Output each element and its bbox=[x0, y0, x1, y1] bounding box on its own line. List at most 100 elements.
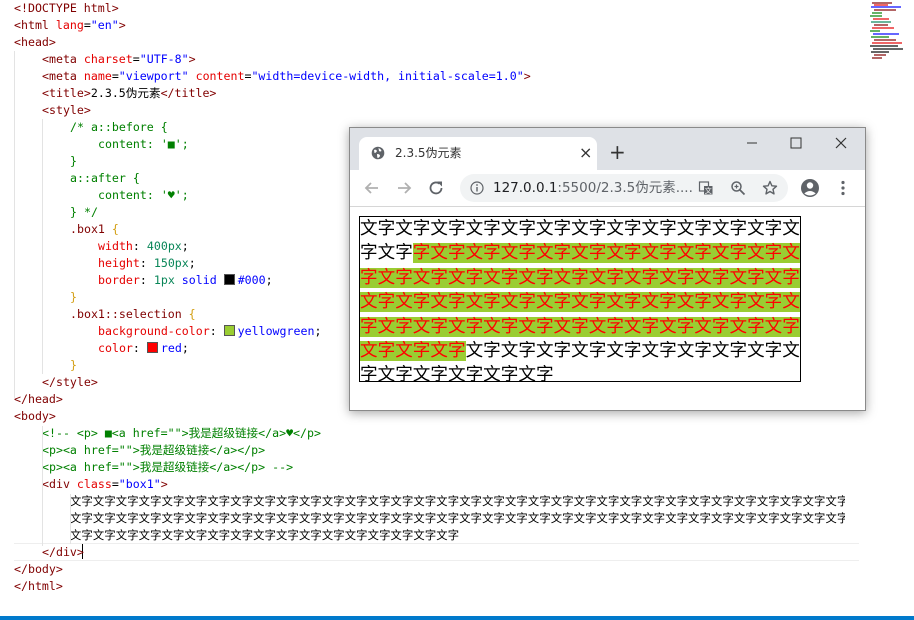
more-menu-icon[interactable] bbox=[833, 178, 853, 198]
code-token: background-color bbox=[98, 324, 210, 338]
code-token: : bbox=[132, 239, 147, 253]
code-line: <p><a href="">我是超级链接</a></p> --> bbox=[42, 459, 293, 476]
url-host: 127.0.0.1 bbox=[493, 180, 558, 196]
minimize-icon[interactable] bbox=[732, 132, 772, 154]
minimap-line bbox=[871, 6, 901, 8]
new-tab-button[interactable]: + bbox=[609, 141, 626, 163]
close-icon[interactable] bbox=[821, 132, 861, 154]
maximize-icon[interactable] bbox=[776, 132, 816, 154]
code-line: border: 1px solid #000; bbox=[98, 272, 273, 289]
zoom-icon[interactable] bbox=[730, 180, 746, 196]
minimap[interactable] bbox=[866, 0, 914, 70]
code-line: <meta charset="UTF-8"> bbox=[42, 51, 196, 68]
code-token: : bbox=[209, 324, 224, 338]
code-token: : bbox=[139, 273, 154, 287]
code-token: <!DOCTYPE html> bbox=[14, 1, 119, 15]
code-token: <html bbox=[14, 18, 56, 32]
code-token: #000 bbox=[237, 273, 266, 287]
code-token: solid bbox=[181, 273, 217, 287]
code-token: <body> bbox=[14, 409, 56, 423]
account-icon[interactable] bbox=[800, 178, 820, 198]
code-token: name bbox=[83, 69, 112, 83]
box1-content[interactable]: 文字文字文字文字文字文字文字文字文字文字文字文字文字文字字文字文字文字文字文字文… bbox=[359, 216, 801, 385]
minimap-line bbox=[870, 15, 882, 17]
code-line: <!DOCTYPE html> bbox=[14, 0, 119, 17]
tab-close-icon[interactable]: × bbox=[579, 144, 592, 162]
globe-icon bbox=[371, 146, 385, 160]
code-token: 2.3.5伪元素 bbox=[90, 86, 161, 100]
code-line: </html> bbox=[14, 578, 63, 595]
code-token: = bbox=[111, 477, 119, 491]
code-token: </head> bbox=[14, 392, 63, 406]
code-token: ; bbox=[265, 273, 273, 287]
code-token: <p><a href="">我是超级链接</a></p> bbox=[42, 443, 266, 457]
code-token: > bbox=[160, 477, 168, 491]
code-token: ; bbox=[314, 324, 322, 338]
code-token: 文字文字文字文字文字文字文字文字文字文字文字文字文字文字文字文字文字 bbox=[70, 529, 460, 542]
code-line: </div> bbox=[42, 544, 84, 561]
code-line: <head> bbox=[14, 34, 56, 51]
reload-icon[interactable] bbox=[426, 178, 446, 198]
code-line: </style> bbox=[42, 374, 98, 391]
code-token: 文字文字文字文字文字文字文字文字文字文字文字文字文字文字文字文字文字文字文字文字… bbox=[70, 512, 845, 525]
code-line: 文字文字文字文字文字文字文字文字文字文字文字文字文字文字文字文字文字文字文字文字… bbox=[70, 493, 845, 510]
code-token: <meta bbox=[42, 52, 84, 66]
code-token: <div bbox=[42, 477, 77, 491]
code-token: ; bbox=[188, 256, 196, 270]
bookmark-star-icon[interactable] bbox=[762, 180, 778, 196]
browser-tab[interactable]: 2.3.5伪元素 × bbox=[359, 137, 597, 170]
forward-icon[interactable] bbox=[394, 178, 414, 198]
color-swatch[interactable] bbox=[146, 342, 158, 353]
browser-toolbar: 127.0.0.1:5500/2.3.5伪元素.... 文 bbox=[350, 170, 865, 207]
code-token: > bbox=[118, 18, 126, 32]
code-line: content: '♥'; bbox=[98, 187, 189, 204]
minimap-line bbox=[872, 42, 902, 44]
code-token: .box1 bbox=[70, 222, 105, 236]
code-line: <html lang="en"> bbox=[14, 17, 126, 34]
code-token: "en" bbox=[90, 18, 119, 32]
minimap-line bbox=[871, 36, 889, 38]
code-line: background-color: yellowgreen; bbox=[98, 323, 321, 340]
code-token: <meta bbox=[42, 69, 84, 83]
minimap-line bbox=[872, 12, 882, 14]
minimap-line bbox=[874, 9, 896, 11]
code-token: border bbox=[98, 273, 140, 287]
code-token: } */ bbox=[70, 205, 98, 219]
tab-title: 2.3.5伪元素 bbox=[395, 146, 462, 160]
info-icon[interactable] bbox=[470, 181, 484, 195]
color-swatch[interactable] bbox=[223, 274, 235, 285]
code-token: </html> bbox=[14, 579, 63, 593]
code-line: </head> bbox=[14, 391, 63, 408]
code-token: </div> bbox=[42, 545, 84, 559]
code-line: width: 400px; bbox=[98, 238, 189, 255]
code-line: .box1 { bbox=[70, 221, 119, 238]
translate-icon[interactable]: 文 bbox=[698, 180, 714, 196]
address-bar[interactable]: 127.0.0.1:5500/2.3.5伪元素.... 文 bbox=[460, 174, 788, 202]
code-token: 文字文字文字文字文字文字文字文字文字文字文字文字文字文字文字文字文字文字文字文字… bbox=[70, 495, 845, 508]
minimap-line bbox=[871, 21, 891, 23]
color-swatch[interactable] bbox=[223, 325, 235, 336]
code-token: 400px bbox=[146, 239, 182, 253]
url-path: :5500/2.3.5伪元素.... bbox=[557, 180, 693, 196]
code-token: : bbox=[139, 256, 154, 270]
code-token: } bbox=[70, 290, 77, 304]
minimap-line bbox=[872, 57, 882, 59]
code-token: height bbox=[98, 256, 140, 270]
back-icon[interactable] bbox=[362, 178, 382, 198]
code-line: 文字文字文字文字文字文字文字文字文字文字文字文字文字文字文字文字文字文字文字文字… bbox=[70, 510, 845, 527]
code-token: .box1::selection bbox=[70, 307, 182, 321]
code-token: "UTF-8" bbox=[139, 52, 189, 66]
browser-titlebar: 2.3.5伪元素 × + bbox=[350, 128, 865, 170]
indent-guide bbox=[42, 119, 43, 374]
code-line: <meta name="viewport" content="width=dev… bbox=[42, 68, 531, 85]
url-text[interactable]: 127.0.0.1:5500/2.3.5伪元素.... bbox=[493, 180, 693, 196]
code-token: { bbox=[181, 307, 196, 321]
code-line: } bbox=[70, 289, 77, 306]
minimap-line bbox=[872, 27, 894, 29]
code-token: <p><a href="">我是超级链接</a></p> --> bbox=[42, 460, 294, 474]
current-line-highlight bbox=[14, 543, 859, 561]
code-line: <p><a href="">我是超级链接</a></p> bbox=[42, 442, 265, 459]
code-line: /* a::before { bbox=[70, 119, 168, 136]
code-line: <!-- <p> ■<a href="">我是超级链接</a>♥</p> bbox=[42, 425, 321, 442]
